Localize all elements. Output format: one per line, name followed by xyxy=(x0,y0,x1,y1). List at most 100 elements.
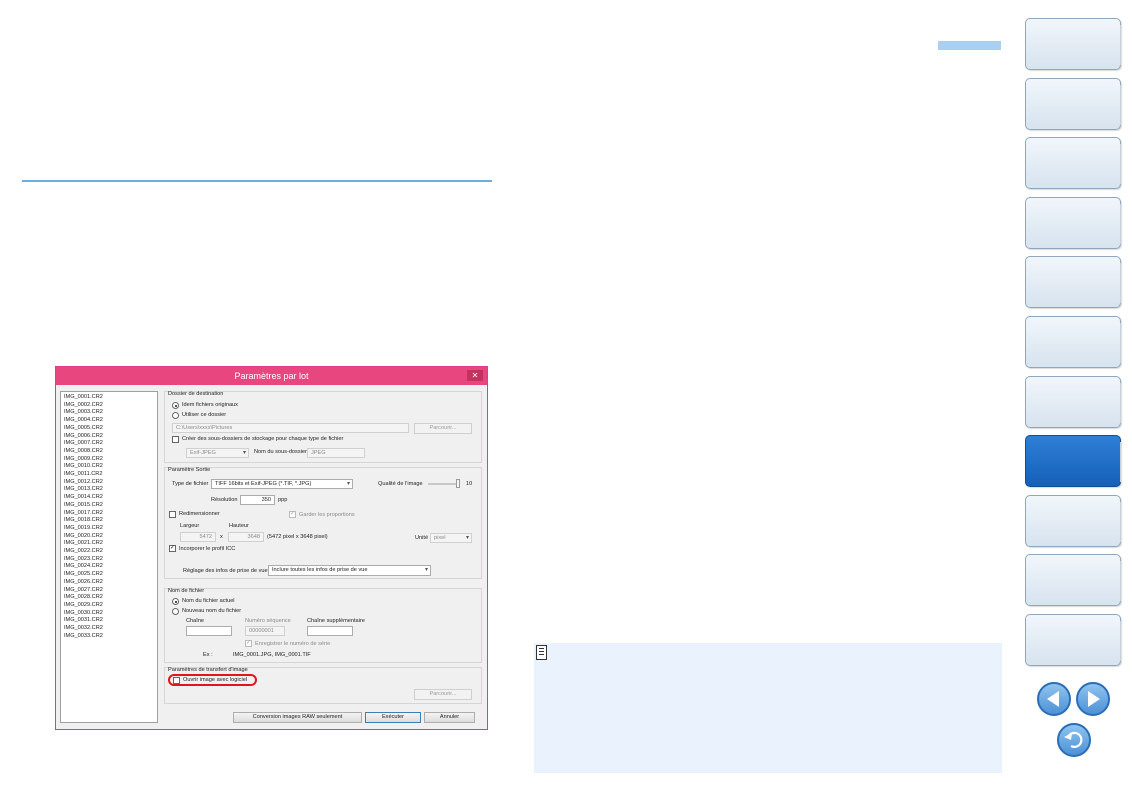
return-arrow-icon xyxy=(1064,731,1083,748)
nav-button[interactable] xyxy=(1025,316,1121,368)
nav-button[interactable] xyxy=(1025,494,1121,547)
file-list-item[interactable]: IMG_0015.CR2 xyxy=(64,502,154,510)
batch-settings-dialog: Paramètres par lot ✕ IMG_0001.CR2 IMG_000… xyxy=(55,366,488,730)
extra-chain-input[interactable] xyxy=(307,626,353,636)
nav-button[interactable] xyxy=(1025,77,1121,130)
radio-label: Nouveau nom du fichier xyxy=(182,608,242,614)
file-list-item[interactable]: IMG_0023.CR2 xyxy=(64,556,154,564)
folder-path-input[interactable]: C:\Users\xxxx\Pictures xyxy=(172,423,409,433)
nav-tab-edge xyxy=(1120,323,1126,363)
radio-same-folder[interactable] xyxy=(172,402,179,409)
save-serial-checkbox[interactable]: ✓ xyxy=(245,640,252,647)
nav-tab-edge xyxy=(1120,501,1126,542)
create-subfolders-checkbox[interactable] xyxy=(172,436,179,443)
file-list-item[interactable]: IMG_0021.CR2 xyxy=(64,540,154,548)
close-button[interactable]: ✕ xyxy=(467,370,483,381)
field-label: Chaîne supplémentaire xyxy=(307,618,365,624)
file-list-item[interactable]: IMG_0005.CR2 xyxy=(64,425,154,433)
file-list-item[interactable]: IMG_0031.CR2 xyxy=(64,617,154,625)
return-button[interactable] xyxy=(1057,723,1091,757)
icc-profile-checkbox[interactable]: ✓ xyxy=(169,545,176,552)
file-list-item[interactable]: IMG_0003.CR2 xyxy=(64,409,154,417)
file-list-item[interactable]: IMG_0006.CR2 xyxy=(64,433,154,441)
file-list-item[interactable]: IMG_0012.CR2 xyxy=(64,479,154,487)
nav-button[interactable] xyxy=(1025,554,1121,607)
file-list-item[interactable]: IMG_0030.CR2 xyxy=(64,610,154,618)
nav-button[interactable] xyxy=(1025,196,1121,249)
nav-tab-edge xyxy=(1120,25,1126,65)
height-input[interactable]: 3648 xyxy=(228,532,264,542)
file-list-item[interactable]: IMG_0009.CR2 xyxy=(64,456,154,464)
subfolder-name-input[interactable]: JPEG xyxy=(307,448,365,458)
sequence-input[interactable]: 00000001 xyxy=(245,626,285,636)
file-list-item[interactable]: IMG_0024.CR2 xyxy=(64,563,154,571)
radio-current-name[interactable] xyxy=(172,598,179,605)
file-list-item[interactable]: IMG_0033.CR2 xyxy=(64,633,154,641)
browse-software-button[interactable]: Parcourir... xyxy=(414,689,472,700)
file-list-item[interactable]: IMG_0028.CR2 xyxy=(64,594,154,602)
nav-button[interactable] xyxy=(1025,614,1121,666)
radio-label: Idem fichiers originaux xyxy=(182,402,238,408)
example-value: IMG_0001.JPG, IMG_0001.TIF xyxy=(233,652,311,658)
file-list-item[interactable]: IMG_0027.CR2 xyxy=(64,587,154,595)
unit-select[interactable]: pixel xyxy=(430,533,472,543)
chain-input[interactable] xyxy=(186,626,232,636)
nav-button[interactable] xyxy=(1025,137,1121,190)
checkbox-label: Incorporer le profil ICC xyxy=(179,546,236,552)
file-list-item[interactable]: IMG_0022.CR2 xyxy=(64,548,154,556)
raw-only-button[interactable]: Conversion images RAW seulement xyxy=(233,712,362,723)
nav-button[interactable] xyxy=(1025,435,1121,488)
nav-button[interactable] xyxy=(1025,375,1121,428)
file-list-item[interactable]: IMG_0010.CR2 xyxy=(64,463,154,471)
file-list-item[interactable]: IMG_0007.CR2 xyxy=(64,440,154,448)
radio-use-folder[interactable] xyxy=(172,412,179,419)
file-list-item[interactable]: IMG_0014.CR2 xyxy=(64,494,154,502)
resolution-input[interactable]: 350 xyxy=(240,495,275,505)
group-heading: Paramètres de transfert d'image xyxy=(168,667,248,673)
file-list-item[interactable]: IMG_0029.CR2 xyxy=(64,602,154,610)
file-list-item[interactable]: IMG_0026.CR2 xyxy=(64,579,154,587)
memo-icon xyxy=(536,645,547,660)
next-page-button[interactable] xyxy=(1076,682,1110,716)
file-type-select[interactable]: TIFF 16bits et Exif-JPEG (*.TIF, *.JPG) xyxy=(211,479,353,489)
file-list-item[interactable]: IMG_0018.CR2 xyxy=(64,517,154,525)
file-list-item[interactable]: IMG_0008.CR2 xyxy=(64,448,154,456)
execute-button[interactable]: Exécuter xyxy=(365,712,421,723)
section-tab-marker xyxy=(938,41,1001,50)
browse-button[interactable]: Parcourir... xyxy=(414,423,472,434)
file-list-item[interactable]: IMG_0004.CR2 xyxy=(64,417,154,425)
file-list-item[interactable]: IMG_0032.CR2 xyxy=(64,625,154,633)
checkbox-label: Redimensionner xyxy=(179,511,220,517)
resize-checkbox[interactable] xyxy=(169,511,176,518)
cancel-button[interactable]: Annuler xyxy=(424,712,475,723)
nav-tab-edge xyxy=(1120,621,1126,661)
nav-tab-edge xyxy=(1120,263,1126,304)
triangle-right-icon xyxy=(1088,691,1100,707)
subfolder-type-select[interactable]: Exif-JPEG xyxy=(186,448,249,458)
quality-slider-thumb[interactable] xyxy=(456,479,460,488)
quality-slider-track[interactable] xyxy=(428,483,458,485)
field-label: Chaîne xyxy=(186,618,205,624)
file-list-item[interactable]: IMG_0013.CR2 xyxy=(64,486,154,494)
nav-button[interactable] xyxy=(1025,256,1121,309)
prev-page-button[interactable] xyxy=(1037,682,1071,716)
field-label: Unité xyxy=(415,535,429,541)
file-list-item[interactable]: IMG_0020.CR2 xyxy=(64,533,154,541)
file-list-item[interactable]: IMG_0001.CR2 xyxy=(64,394,154,402)
radio-new-name[interactable] xyxy=(172,608,179,615)
triangle-left-icon xyxy=(1047,691,1059,707)
file-list-item[interactable]: IMG_0017.CR2 xyxy=(64,510,154,518)
shooting-info-select[interactable]: Inclure toutes les infos de prise de vue xyxy=(268,565,431,576)
width-input[interactable]: 5472 xyxy=(180,532,216,542)
file-list[interactable]: IMG_0001.CR2 IMG_0002.CR2 IMG_0003.CR2 IMG_… xyxy=(60,391,158,723)
file-list-item[interactable]: IMG_0019.CR2 xyxy=(64,525,154,533)
highlight-ring xyxy=(168,674,257,686)
file-list-item[interactable]: IMG_0011.CR2 xyxy=(64,471,154,479)
nav-tab-edge xyxy=(1120,144,1126,185)
keep-ratio-checkbox[interactable]: ✓ xyxy=(289,511,296,518)
nav-button[interactable] xyxy=(1025,18,1121,70)
file-list-item[interactable]: IMG_0002.CR2 xyxy=(64,402,154,410)
pixel-size-note: (5472 pixel x 3648 pixel) xyxy=(267,534,328,540)
field-label: Réglage des infos de prise de vue xyxy=(183,568,268,574)
file-list-item[interactable]: IMG_0025.CR2 xyxy=(64,571,154,579)
